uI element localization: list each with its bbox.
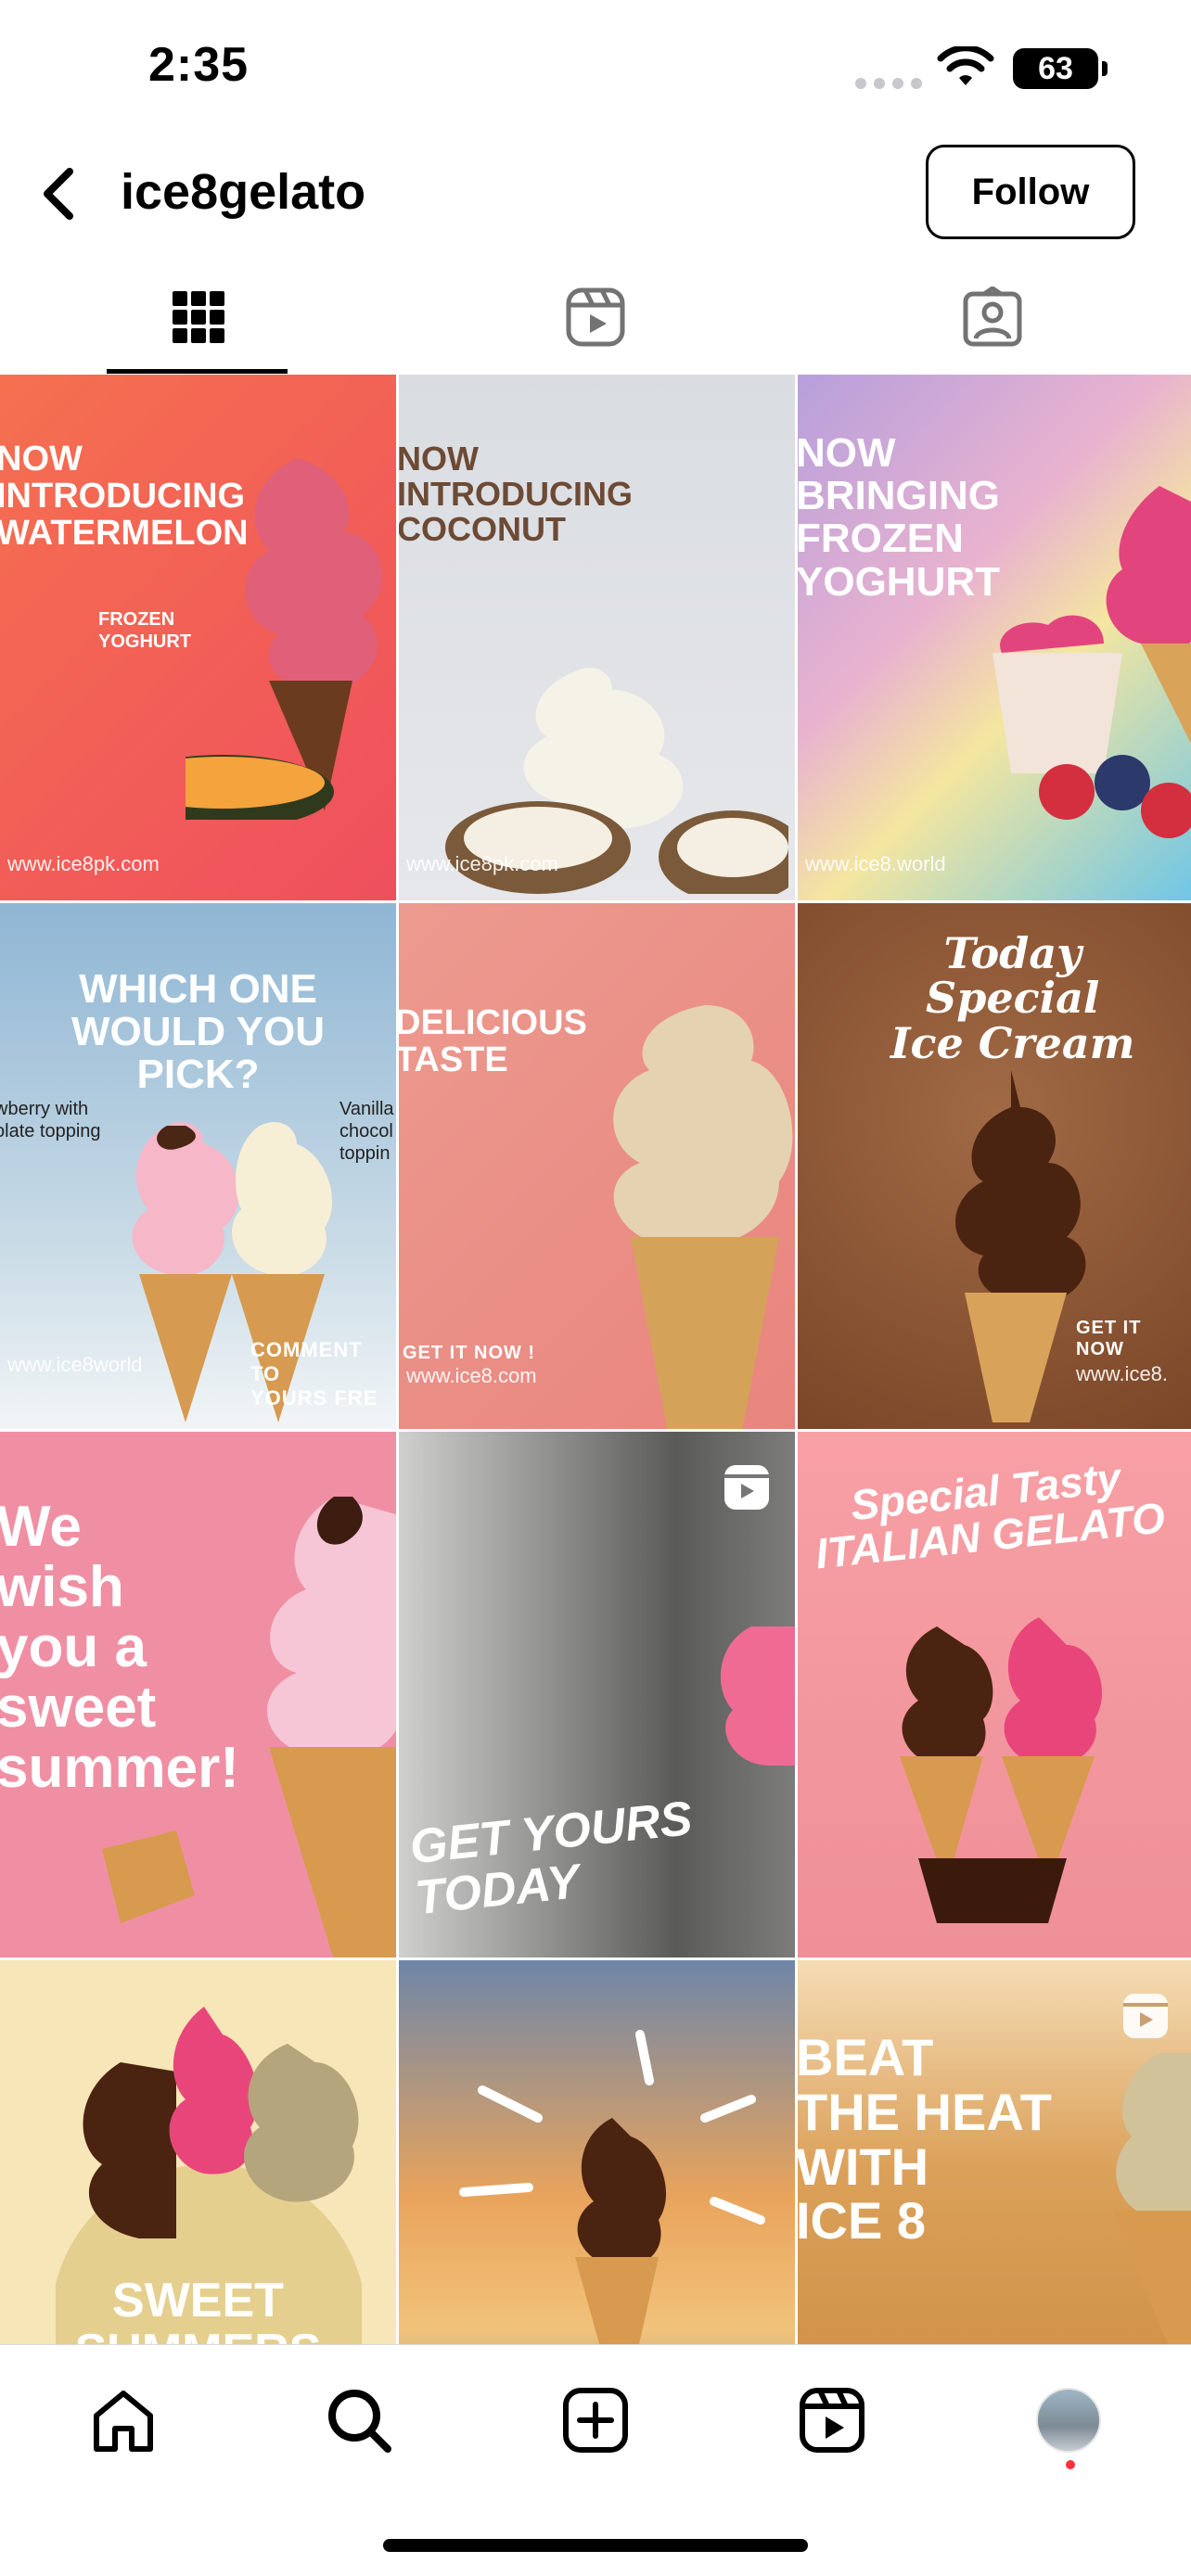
post-tile[interactable]: WHICH ONE WOULD YOU PICK? wberry with ol… — [0, 903, 396, 1429]
ice-cream-illustration — [720, 1626, 795, 1766]
active-tab-indicator — [107, 369, 288, 374]
ice-cream-illustration — [992, 486, 1191, 838]
post-cta: COMMENT TO YOURS FRE — [250, 1338, 378, 1409]
post-tile[interactable]: NOW INTRODUCING WATERMELON FROZEN YOGHUR… — [0, 375, 396, 900]
post-watermark: www.ice8world — [7, 1353, 143, 1376]
post-headline: Today Special Ice Cream — [890, 928, 1135, 1068]
post-tile[interactable]: Today Special Ice Cream GET IT NOW www.i… — [798, 903, 1191, 1429]
wifi-icon — [937, 46, 994, 85]
post-tile[interactable]: Special Tasty ITALIAN GELATO — [798, 1432, 1191, 1958]
notification-dot — [1066, 2460, 1075, 2469]
option-left-label: wberry with olate topping — [0, 1099, 101, 1141]
post-headline: WHICH ONE WOULD YOU PICK? — [71, 966, 325, 1098]
search-icon — [328, 2390, 391, 2453]
tab-reels[interactable] — [397, 260, 794, 375]
post-headline: BEAT THE HEAT WITH ICE 8 — [798, 2028, 1052, 2251]
post-tile[interactable]: NOW BRINGING FROZEN YOGHURT www.ice8.wor… — [798, 375, 1191, 900]
ice-cream-illustration — [186, 458, 382, 820]
post-cta: GET IT NOW ! — [403, 1343, 536, 1363]
post-tile[interactable]: GET YOURS TODAY — [399, 1432, 795, 1958]
post-watermark: www.ice8. — [1076, 1362, 1169, 1385]
ice-cream-illustration — [266, 1497, 396, 1958]
post-cta: GET IT NOW — [1076, 1318, 1142, 1359]
profile-tabs — [0, 260, 1191, 375]
nav-home[interactable] — [82, 2378, 165, 2462]
follow-button[interactable]: Follow — [926, 145, 1135, 239]
post-tile[interactable]: DELICIOUS TASTE GET IT NOW ! www.ice8.co… — [399, 903, 795, 1429]
post-subtext: FROZEN YOGHURT — [98, 609, 191, 652]
post-tile[interactable]: We wish you a sweet summer! — [0, 1432, 396, 1958]
ice-cream-illustration — [900, 1617, 1103, 1923]
status-time: 2:35 — [148, 38, 250, 92]
post-headline: NOW BRINGING FROZEN YOGHURT — [798, 430, 1000, 605]
post-headline: NOW INTRODUCING COCONUT — [399, 440, 633, 548]
status-bar: 2:35 63 — [0, 0, 1191, 139]
reels-icon — [566, 287, 625, 347]
home-indicator — [383, 2539, 808, 2552]
reel-badge-icon — [1123, 1994, 1168, 2038]
ice-cream-illustration — [955, 1070, 1086, 1422]
tab-posts-grid[interactable] — [0, 260, 397, 375]
home-icon — [94, 2391, 153, 2452]
create-icon — [563, 2388, 628, 2453]
post-watermark: www.ice8pk.com — [406, 852, 558, 875]
reel-badge-icon — [724, 1465, 769, 1510]
ice-cream-illustration — [613, 1005, 793, 1429]
back-button[interactable] — [26, 161, 91, 226]
post-watermark: www.ice8pk.com — [7, 852, 160, 875]
tagged-icon — [963, 287, 1022, 347]
chevron-left-icon — [44, 168, 73, 220]
battery-indicator: 63 — [1013, 48, 1108, 89]
post-headline: Special Tasty ITALIAN GELATO — [813, 1452, 1168, 1578]
nav-create[interactable] — [554, 2378, 637, 2462]
nav-reels[interactable] — [790, 2378, 874, 2462]
wafer-piece — [102, 1830, 195, 1923]
grid-icon — [173, 291, 224, 343]
nav-profile[interactable] — [1027, 2378, 1110, 2462]
nav-search[interactable] — [317, 2378, 401, 2462]
post-tile[interactable]: NOW INTRODUCING COCONUT www.ice8pk.com — [399, 375, 795, 900]
post-headline: GET YOURS TODAY — [407, 1791, 695, 1925]
post-headline: We wish you a sweet summer! — [0, 1495, 239, 1801]
posts-grid: NOW INTRODUCING WATERMELON FROZEN YOGHUR… — [0, 375, 1191, 2486]
cellular-signal-icon — [855, 78, 922, 89]
profile-avatar — [1036, 2388, 1101, 2453]
tab-tagged[interactable] — [794, 260, 1191, 375]
post-watermark: www.ice8.com — [406, 1364, 537, 1387]
option-right-label: Vanilla chocol toppin — [339, 1099, 394, 1164]
post-watermark: www.ice8.world — [805, 852, 946, 875]
reels-icon — [800, 2388, 864, 2453]
profile-username: ice8gelato — [121, 164, 366, 220]
profile-header: ice8gelato Follow — [0, 139, 1191, 250]
